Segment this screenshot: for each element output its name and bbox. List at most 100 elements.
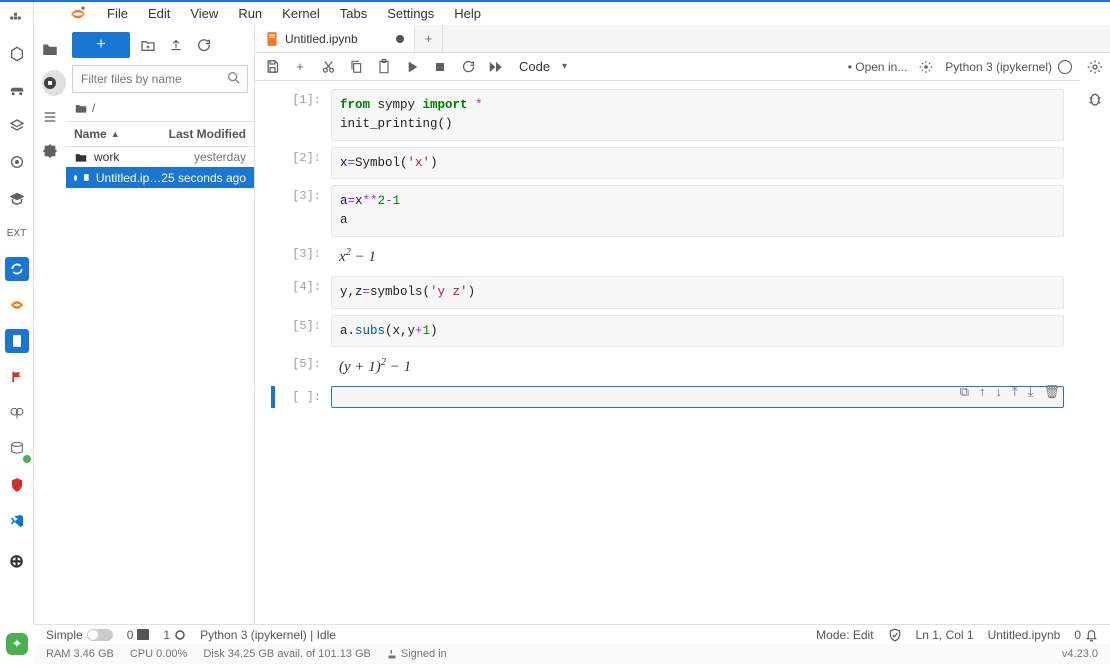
jupyter-icon[interactable] — [5, 293, 29, 317]
elephant-icon[interactable] — [5, 401, 29, 425]
run-all-icon[interactable] — [487, 58, 505, 76]
col-name-header[interactable]: Name▲ — [66, 122, 161, 146]
code-editor[interactable] — [331, 386, 1064, 408]
code-editor[interactable]: x=Symbol('x') — [331, 147, 1064, 180]
kernel-status-text[interactable]: Python 3 (ipykernel) | Idle — [200, 628, 336, 642]
insert-above-icon[interactable]: ⤒ — [1012, 384, 1018, 400]
car-icon[interactable] — [5, 78, 29, 102]
refresh-ext-icon[interactable] — [5, 257, 29, 281]
open-in-button[interactable]: • Open in... — [848, 60, 908, 74]
hex-icon[interactable] — [5, 42, 29, 66]
folder-tab-icon[interactable] — [40, 39, 60, 59]
stack-icon[interactable] — [5, 114, 29, 138]
cell-prompt: [5]: — [271, 353, 331, 380]
kernel-name[interactable]: Python 3 (ipykernel) — [945, 60, 1052, 74]
code-cell[interactable]: [ ]:⧉↑↓⤒⤓🗑 — [271, 386, 1064, 408]
menu-view[interactable]: View — [180, 3, 228, 24]
code-editor[interactable]: y,z=symbols('y z') — [331, 276, 1064, 309]
puzzle-tab-icon[interactable] — [40, 141, 60, 161]
running-tab-icon[interactable] — [40, 73, 60, 93]
insert-cell-icon[interactable]: + — [291, 58, 309, 76]
cell-prompt: [5]: — [271, 315, 331, 348]
dirty-indicator-icon — [396, 35, 404, 43]
output-cell: [5]:(y + 1)2 − 1 — [271, 353, 1064, 380]
new-folder-icon[interactable] — [138, 35, 158, 55]
cell-prompt: [1]: — [271, 89, 331, 141]
shield-icon[interactable] — [5, 473, 29, 497]
bottom-left-badge[interactable]: ✦ — [0, 624, 34, 664]
col-modified-header[interactable]: Last Modified — [161, 122, 254, 146]
file-row[interactable]: workyesterday — [66, 147, 254, 167]
delete-icon[interactable]: 🗑 — [1043, 384, 1060, 400]
cpu-info: CPU 0.00% — [130, 648, 187, 660]
info-bar: RAM 3.46 GB CPU 0.00% Disk 34.25 GB avai… — [34, 644, 1110, 664]
code-editor[interactable]: a.subs(x,y+1) — [331, 315, 1064, 348]
breadcrumb-path: / — [92, 101, 95, 115]
add-ext-icon[interactable]: ⊕ — [5, 549, 29, 573]
file-filter-input[interactable] — [72, 65, 248, 93]
code-editor[interactable]: a=x**2-1 a — [331, 185, 1064, 237]
code-cell[interactable]: [3]:a=x**2-1 a — [271, 185, 1064, 237]
code-cell[interactable]: [5]:a.subs(x,y+1) — [271, 315, 1064, 348]
ram-info: RAM 3.46 GB — [46, 648, 114, 660]
menu-kernel[interactable]: Kernel — [272, 3, 330, 24]
menu-help[interactable]: Help — [444, 3, 491, 24]
menu-tabs[interactable]: Tabs — [330, 3, 377, 24]
paste-icon[interactable] — [375, 58, 393, 76]
property-gear-icon[interactable] — [1087, 59, 1103, 75]
cut-icon[interactable] — [319, 58, 337, 76]
tab-untitled[interactable]: Untitled.ipynb — [255, 25, 415, 52]
menu-edit[interactable]: Edit — [138, 3, 180, 24]
refresh-icon[interactable] — [194, 35, 214, 55]
copy-icon[interactable] — [347, 58, 365, 76]
status-filename[interactable]: Untitled.ipynb — [988, 628, 1061, 642]
stop-icon[interactable] — [431, 58, 449, 76]
jupyter-logo-icon — [67, 3, 89, 25]
grad-icon[interactable] — [5, 186, 29, 210]
run-icon[interactable] — [403, 58, 421, 76]
add-tab-button[interactable]: + — [415, 25, 443, 52]
insert-below-icon[interactable]: ⤓ — [1028, 384, 1034, 400]
code-cell[interactable]: [1]:from sympy import * init_printing() — [271, 89, 1064, 141]
menu-file[interactable]: File — [97, 3, 138, 24]
code-cell[interactable]: [2]:x=Symbol('x') — [271, 147, 1064, 180]
mini-sidebar — [34, 25, 66, 161]
kernel-status-icon — [1058, 60, 1072, 74]
save-icon[interactable] — [263, 58, 281, 76]
notebook-area: [1]:from sympy import * init_printing()[… — [255, 81, 1080, 624]
breadcrumb[interactable]: / — [66, 99, 254, 121]
file-browser: + / Name▲ Last Modified workyesterdayUnt… — [66, 25, 255, 624]
db-icon[interactable] — [5, 437, 29, 461]
right-sidebar — [1080, 53, 1110, 107]
cell-prompt: [4]: — [271, 276, 331, 309]
kernels-count[interactable]: 1 — [163, 628, 186, 642]
file-row[interactable]: Untitled.ip…25 seconds ago — [66, 167, 254, 188]
target-icon[interactable] — [5, 150, 29, 174]
terminals-count[interactable]: 0 — [127, 628, 150, 642]
cell-type-select[interactable]: Code — [515, 57, 567, 76]
move-up-icon[interactable]: ↑ — [979, 384, 986, 400]
flag-icon[interactable] — [5, 365, 29, 389]
cell-prompt: [2]: — [271, 147, 331, 180]
menu-settings[interactable]: Settings — [377, 3, 444, 24]
menu-run[interactable]: Run — [228, 3, 272, 24]
vscode-icon[interactable] — [5, 509, 29, 533]
tab-bar: Untitled.ipynb + — [255, 25, 1110, 53]
new-launcher-button[interactable]: + — [72, 32, 130, 58]
docker-icon[interactable] — [5, 6, 29, 30]
version-label: v4.23.0 — [1062, 648, 1098, 660]
code-editor[interactable]: from sympy import * init_printing() — [331, 89, 1064, 141]
simple-toggle[interactable]: Simple — [46, 628, 113, 642]
move-down-icon[interactable]: ↓ — [995, 384, 1002, 400]
output-cell: [3]:x2 − 1 — [271, 243, 1064, 270]
code-cell[interactable]: [4]:y,z=symbols('y z') — [271, 276, 1064, 309]
notifications-count[interactable]: 0 — [1074, 628, 1098, 642]
list-tab-icon[interactable] — [40, 107, 60, 127]
doc-ext-icon[interactable] — [5, 329, 29, 353]
kernel-gear-icon[interactable] — [917, 58, 935, 76]
trusted-icon[interactable] — [888, 628, 902, 642]
upload-icon[interactable] — [166, 35, 186, 55]
restart-icon[interactable] — [459, 58, 477, 76]
debug-icon[interactable] — [1087, 91, 1103, 107]
duplicate-icon[interactable]: ⧉ — [960, 384, 969, 400]
